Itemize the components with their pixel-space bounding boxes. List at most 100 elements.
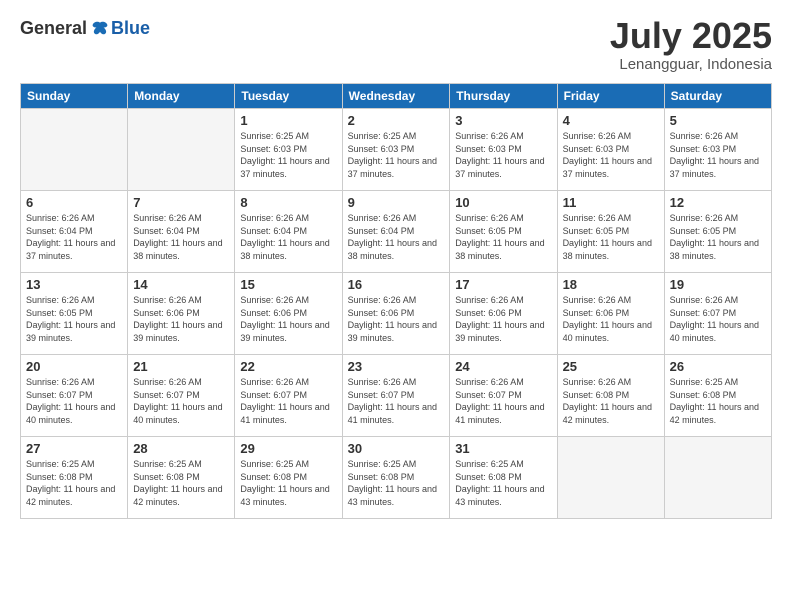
- day-info: Sunrise: 6:25 AM Sunset: 6:08 PM Dayligh…: [133, 458, 229, 508]
- week-row-2: 6 Sunrise: 6:26 AM Sunset: 6:04 PM Daylig…: [21, 191, 772, 273]
- day-number: 30: [348, 441, 445, 456]
- calendar-cell: 4 Sunrise: 6:26 AM Sunset: 6:03 PM Daylig…: [557, 109, 664, 191]
- day-number: 27: [26, 441, 122, 456]
- week-row-4: 20 Sunrise: 6:26 AM Sunset: 6:07 PM Dayli…: [21, 355, 772, 437]
- day-number: 7: [133, 195, 229, 210]
- title-section: July 2025 Lenangguar, Indonesia: [610, 18, 772, 73]
- day-info: Sunrise: 6:26 AM Sunset: 6:05 PM Dayligh…: [670, 212, 766, 262]
- calendar-cell: 23Sunrise: 6:26 AM Sunset: 6:07 PM Dayli…: [342, 355, 450, 437]
- day-number: 6: [26, 195, 122, 210]
- calendar-cell: [128, 109, 235, 191]
- calendar-header-row: Sunday Monday Tuesday Wednesday Thursday…: [21, 84, 772, 109]
- calendar-cell: 7 Sunrise: 6:26 AM Sunset: 6:04 PM Daylig…: [128, 191, 235, 273]
- day-info: Sunrise: 6:25 AM Sunset: 6:08 PM Dayligh…: [348, 458, 445, 508]
- day-number: 10: [455, 195, 551, 210]
- day-number: 19: [670, 277, 766, 292]
- day-number: 14: [133, 277, 229, 292]
- logo-general-text: General: [20, 18, 87, 39]
- day-info: Sunrise: 6:26 AM Sunset: 6:05 PM Dayligh…: [455, 212, 551, 262]
- header-monday: Monday: [128, 84, 235, 109]
- day-number: 31: [455, 441, 551, 456]
- month-title: July 2025: [610, 18, 772, 54]
- day-number: 21: [133, 359, 229, 374]
- calendar-cell: 11Sunrise: 6:26 AM Sunset: 6:05 PM Dayli…: [557, 191, 664, 273]
- page: General Blue July 2025 Lenangguar, Indon…: [0, 0, 792, 612]
- day-info: Sunrise: 6:25 AM Sunset: 6:03 PM Dayligh…: [348, 130, 445, 180]
- day-info: Sunrise: 6:26 AM Sunset: 6:06 PM Dayligh…: [348, 294, 445, 344]
- day-info: Sunrise: 6:26 AM Sunset: 6:06 PM Dayligh…: [563, 294, 659, 344]
- day-number: 25: [563, 359, 659, 374]
- day-number: 18: [563, 277, 659, 292]
- day-info: Sunrise: 6:26 AM Sunset: 6:07 PM Dayligh…: [240, 376, 336, 426]
- calendar-cell: 2Sunrise: 6:25 AM Sunset: 6:03 PM Daylig…: [342, 109, 450, 191]
- calendar-cell: 1 Sunrise: 6:25 AM Sunset: 6:03 PM Daylig…: [235, 109, 342, 191]
- day-info: Sunrise: 6:25 AM Sunset: 6:03 PM Dayligh…: [240, 130, 336, 180]
- calendar-cell: 3 Sunrise: 6:26 AM Sunset: 6:03 PM Daylig…: [450, 109, 557, 191]
- calendar-cell: 22 Sunrise: 6:26 AM Sunset: 6:07 PM Dayli…: [235, 355, 342, 437]
- calendar-cell: 5Sunrise: 6:26 AM Sunset: 6:03 PM Daylig…: [664, 109, 771, 191]
- day-info: Sunrise: 6:26 AM Sunset: 6:08 PM Dayligh…: [563, 376, 659, 426]
- day-info: Sunrise: 6:26 AM Sunset: 6:04 PM Dayligh…: [240, 212, 336, 262]
- day-info: Sunrise: 6:26 AM Sunset: 6:04 PM Dayligh…: [348, 212, 445, 262]
- header-tuesday: Tuesday: [235, 84, 342, 109]
- day-number: 4: [563, 113, 659, 128]
- calendar-cell: 15 Sunrise: 6:26 AM Sunset: 6:06 PM Dayli…: [235, 273, 342, 355]
- calendar-cell: 26Sunrise: 6:25 AM Sunset: 6:08 PM Dayli…: [664, 355, 771, 437]
- day-number: 22: [240, 359, 336, 374]
- calendar-cell: 30 Sunrise: 6:25 AM Sunset: 6:08 PM Dayli…: [342, 437, 450, 519]
- day-number: 20: [26, 359, 122, 374]
- header: General Blue July 2025 Lenangguar, Indon…: [20, 18, 772, 73]
- week-row-1: 1 Sunrise: 6:25 AM Sunset: 6:03 PM Daylig…: [21, 109, 772, 191]
- calendar-table: Sunday Monday Tuesday Wednesday Thursday…: [20, 83, 772, 519]
- calendar-cell: 8Sunrise: 6:26 AM Sunset: 6:04 PM Daylig…: [235, 191, 342, 273]
- day-info: Sunrise: 6:25 AM Sunset: 6:08 PM Dayligh…: [455, 458, 551, 508]
- day-info: Sunrise: 6:25 AM Sunset: 6:08 PM Dayligh…: [240, 458, 336, 508]
- day-info: Sunrise: 6:26 AM Sunset: 6:03 PM Dayligh…: [455, 130, 551, 180]
- header-thursday: Thursday: [450, 84, 557, 109]
- day-info: Sunrise: 6:26 AM Sunset: 6:03 PM Dayligh…: [563, 130, 659, 180]
- calendar-cell: 17 Sunrise: 6:26 AM Sunset: 6:06 PM Dayli…: [450, 273, 557, 355]
- header-friday: Friday: [557, 84, 664, 109]
- calendar-cell: 6 Sunrise: 6:26 AM Sunset: 6:04 PM Daylig…: [21, 191, 128, 273]
- day-number: 1: [240, 113, 336, 128]
- calendar-cell: 29Sunrise: 6:25 AM Sunset: 6:08 PM Dayli…: [235, 437, 342, 519]
- day-info: Sunrise: 6:26 AM Sunset: 6:04 PM Dayligh…: [133, 212, 229, 262]
- calendar-cell: 20 Sunrise: 6:26 AM Sunset: 6:07 PM Dayli…: [21, 355, 128, 437]
- day-number: 9: [348, 195, 445, 210]
- header-wednesday: Wednesday: [342, 84, 450, 109]
- day-info: Sunrise: 6:26 AM Sunset: 6:03 PM Dayligh…: [670, 130, 766, 180]
- day-number: 17: [455, 277, 551, 292]
- calendar-cell: [557, 437, 664, 519]
- day-info: Sunrise: 6:26 AM Sunset: 6:04 PM Dayligh…: [26, 212, 122, 262]
- calendar-cell: 27 Sunrise: 6:25 AM Sunset: 6:08 PM Dayli…: [21, 437, 128, 519]
- day-info: Sunrise: 6:26 AM Sunset: 6:06 PM Dayligh…: [455, 294, 551, 344]
- calendar-cell: 12 Sunrise: 6:26 AM Sunset: 6:05 PM Dayli…: [664, 191, 771, 273]
- calendar-cell: 24Sunrise: 6:26 AM Sunset: 6:07 PM Dayli…: [450, 355, 557, 437]
- day-number: 12: [670, 195, 766, 210]
- calendar-cell: 18 Sunrise: 6:26 AM Sunset: 6:06 PM Dayli…: [557, 273, 664, 355]
- location: Lenangguar, Indonesia: [610, 56, 772, 73]
- day-number: 16: [348, 277, 445, 292]
- week-row-5: 27 Sunrise: 6:25 AM Sunset: 6:08 PM Dayli…: [21, 437, 772, 519]
- day-info: Sunrise: 6:26 AM Sunset: 6:05 PM Dayligh…: [563, 212, 659, 262]
- day-info: Sunrise: 6:26 AM Sunset: 6:05 PM Dayligh…: [26, 294, 122, 344]
- calendar-cell: [664, 437, 771, 519]
- day-number: 15: [240, 277, 336, 292]
- day-number: 26: [670, 359, 766, 374]
- calendar-cell: 13Sunrise: 6:26 AM Sunset: 6:05 PM Dayli…: [21, 273, 128, 355]
- calendar-cell: 10 Sunrise: 6:26 AM Sunset: 6:05 PM Dayli…: [450, 191, 557, 273]
- calendar-cell: [21, 109, 128, 191]
- day-info: Sunrise: 6:26 AM Sunset: 6:06 PM Dayligh…: [240, 294, 336, 344]
- calendar-cell: 9 Sunrise: 6:26 AM Sunset: 6:04 PM Daylig…: [342, 191, 450, 273]
- day-info: Sunrise: 6:26 AM Sunset: 6:07 PM Dayligh…: [455, 376, 551, 426]
- day-number: 3: [455, 113, 551, 128]
- day-info: Sunrise: 6:26 AM Sunset: 6:07 PM Dayligh…: [133, 376, 229, 426]
- day-info: Sunrise: 6:26 AM Sunset: 6:07 PM Dayligh…: [348, 376, 445, 426]
- day-info: Sunrise: 6:26 AM Sunset: 6:07 PM Dayligh…: [26, 376, 122, 426]
- day-info: Sunrise: 6:25 AM Sunset: 6:08 PM Dayligh…: [26, 458, 122, 508]
- logo-blue-text: Blue: [111, 18, 150, 39]
- calendar-cell: 25 Sunrise: 6:26 AM Sunset: 6:08 PM Dayli…: [557, 355, 664, 437]
- logo: General Blue: [20, 18, 150, 39]
- day-info: Sunrise: 6:26 AM Sunset: 6:07 PM Dayligh…: [670, 294, 766, 344]
- logo-bird-icon: [91, 20, 109, 38]
